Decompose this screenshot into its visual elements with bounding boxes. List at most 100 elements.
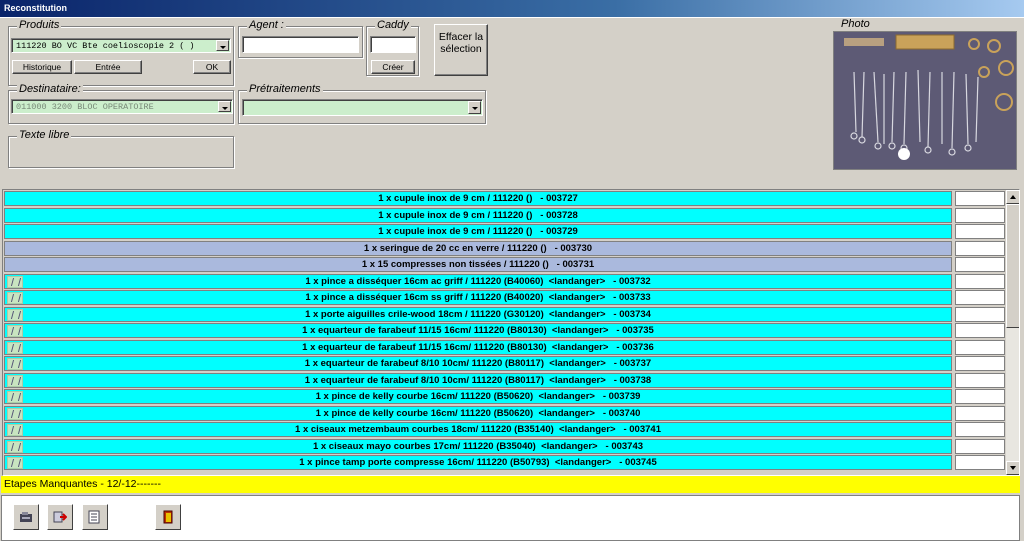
list-item[interactable]: 1 x pince de kelly courbe 16cm/ 111220 (… — [4, 389, 952, 404]
status-bar: Etapes Manquantes - 12/-12------- — [1, 476, 1020, 493]
list-item[interactable]: 1 x seringue de 20 cc en verre / 111220 … — [4, 240, 952, 256]
pretraitements-select[interactable] — [242, 99, 483, 116]
list-item-cell[interactable] — [955, 257, 1005, 272]
list-item-cell[interactable] — [955, 356, 1005, 371]
list-item-cell[interactable] — [955, 339, 1005, 355]
agent-input[interactable] — [242, 36, 359, 53]
list-item-cell[interactable] — [955, 290, 1005, 305]
destinataire-select-value: 011000 3200 BLOC OPERATOIRE — [16, 102, 154, 112]
caddy-input[interactable] — [370, 36, 416, 53]
exit-door-icon — [161, 510, 175, 524]
photo-legend: Photo — [839, 18, 872, 30]
window-title: Reconstitution — [0, 0, 1024, 17]
creer-button[interactable]: Créer — [371, 60, 415, 74]
list-item[interactable]: 1 x porte aiguilles crile-wood 18cm / 11… — [4, 306, 952, 322]
instrument-thumbnail-icon — [7, 440, 23, 453]
instrument-thumbnail-icon — [7, 325, 23, 337]
instruments-photo — [833, 31, 1017, 170]
list-item-label: 1 x 15 compresses non tissées / 111220 (… — [361, 259, 595, 270]
list-item[interactable]: 1 x cupule inox de 9 cm / 111220 () - 00… — [4, 207, 952, 223]
list-item-label: 1 x cupule inox de 9 cm / 111220 () - 00… — [378, 226, 578, 237]
produits-group: Produits — [8, 19, 234, 86]
list-item[interactable]: 1 x ciseaux metzembaum courbes 18cm/ 111… — [4, 422, 952, 437]
list-item-cell[interactable] — [955, 405, 1005, 421]
bottom-toolbar — [1, 495, 1020, 541]
list-item[interactable]: 1 x cupule inox de 9 cm / 111220 () - 00… — [4, 191, 952, 206]
list-item-cell[interactable] — [955, 207, 1005, 223]
list-item-label: 1 x equarteur de farabeuf 8/10 10cm/ 111… — [304, 358, 652, 369]
instrument-thumbnail-icon — [7, 292, 23, 304]
produits-legend: Produits — [17, 19, 62, 31]
produits-select[interactable]: 111220 BO VC Bte coelioscopie 2 ( ) — [11, 38, 231, 53]
export-button[interactable] — [47, 504, 73, 530]
surgical-instruments-image — [834, 32, 1016, 169]
list-item[interactable]: 1 x pince a disséquer 16cm ss griff / 11… — [4, 290, 952, 305]
list-item-cell[interactable] — [955, 306, 1005, 322]
list-item[interactable]: 1 x pince a disséquer 16cm ac griff / 11… — [4, 273, 952, 289]
list-item-cell[interactable] — [955, 224, 1005, 239]
list-item[interactable]: 1 x 15 compresses non tissées / 111220 (… — [4, 257, 952, 272]
instrument-thumbnail-icon — [7, 358, 23, 370]
list-item[interactable]: 1 x equarteur de farabeuf 8/10 10cm/ 111… — [4, 356, 952, 371]
instrument-thumbnail-icon — [7, 374, 23, 387]
instrument-thumbnail-icon — [7, 391, 23, 403]
instrument-thumbnail-icon — [7, 275, 23, 288]
list-item-cell[interactable] — [955, 240, 1005, 256]
list-item-label: 1 x pince a disséquer 16cm ac griff / 11… — [305, 275, 651, 287]
instrument-thumbnail-icon — [7, 424, 23, 436]
instrument-thumbnail-icon — [7, 341, 23, 354]
list-item-label: 1 x pince tamp porte compresse 16cm/ 111… — [299, 457, 657, 468]
list-item-label: 1 x pince a disséquer 16cm ss griff / 11… — [305, 292, 651, 303]
vertical-scrollbar[interactable] — [1006, 190, 1019, 475]
list-item-label: 1 x ciseaux mayo courbes 17cm/ 111220 (B… — [312, 440, 644, 452]
list-item-label: 1 x ciseaux metzembaum courbes 18cm/ 111… — [295, 424, 661, 435]
effacer-selection-button[interactable]: Effacer la sélection — [434, 24, 488, 76]
export-icon — [53, 510, 68, 524]
texte-libre-legend: Texte libre — [17, 129, 72, 141]
chevron-down-icon[interactable] — [218, 101, 231, 112]
agent-legend: Agent : — [247, 19, 286, 31]
historique-button[interactable]: Historique — [12, 60, 72, 74]
list-item-cell[interactable] — [955, 389, 1005, 404]
instrument-thumbnail-icon — [7, 457, 23, 469]
list-icon — [88, 510, 102, 524]
destinataire-select[interactable]: 011000 3200 BLOC OPERATOIRE — [11, 99, 233, 114]
list-item-label: 1 x cupule inox de 9 cm / 111220 () - 00… — [378, 209, 578, 221]
scanner-button[interactable] — [13, 504, 39, 530]
ok-button[interactable]: OK — [193, 60, 231, 74]
exit-button[interactable] — [155, 504, 181, 530]
list-item-cell[interactable] — [955, 422, 1005, 437]
list-item[interactable]: 1 x pince de kelly courbe 16cm/ 111220 (… — [4, 405, 952, 421]
list-item[interactable]: 1 x equarteur de farabeuf 11/15 16cm/ 11… — [4, 323, 952, 338]
entree-button[interactable]: Entrée — [74, 60, 142, 74]
pretraitements-legend: Prétraitements — [247, 83, 323, 95]
scroll-thumb[interactable] — [1006, 204, 1019, 328]
list-item-cell[interactable] — [955, 372, 1005, 388]
items-list: 1 x cupule inox de 9 cm / 111220 () - 00… — [2, 189, 1020, 476]
texte-libre-group: Texte libre — [8, 129, 234, 168]
chevron-down-icon[interactable] — [216, 40, 229, 51]
list-item-label: 1 x equarteur de farabeuf 8/10 10cm/ 111… — [304, 374, 652, 386]
list-item-cell[interactable] — [955, 191, 1005, 206]
main-panel: Produits 111220 BO VC Bte coelioscopie 2… — [0, 17, 1024, 541]
list-item-cell[interactable] — [955, 273, 1005, 289]
destinataire-legend: Destinataire: — [17, 83, 83, 95]
list-item-cell[interactable] — [955, 323, 1005, 338]
instrument-thumbnail-icon — [7, 308, 23, 321]
list-item[interactable]: 1 x equarteur de farabeuf 8/10 10cm/ 111… — [4, 372, 952, 388]
list-item-cell[interactable] — [955, 455, 1005, 470]
list-item-label: 1 x equarteur de farabeuf 11/15 16cm/ 11… — [302, 325, 654, 336]
chevron-down-icon[interactable] — [468, 101, 481, 114]
instrument-thumbnail-icon — [7, 407, 23, 420]
list-item[interactable]: 1 x equarteur de farabeuf 11/15 16cm/ 11… — [4, 339, 952, 355]
list-item[interactable]: 1 x cupule inox de 9 cm / 111220 () - 00… — [4, 224, 952, 239]
list-button[interactable] — [82, 504, 108, 530]
list-item-label: 1 x porte aiguilles crile-wood 18cm / 11… — [305, 308, 651, 320]
list-item[interactable]: 1 x pince tamp porte compresse 16cm/ 111… — [4, 455, 952, 470]
list-item-label: 1 x pince de kelly courbe 16cm/ 111220 (… — [315, 407, 641, 419]
list-item-cell[interactable] — [955, 438, 1005, 454]
scroll-up-icon[interactable] — [1006, 190, 1019, 204]
list-item[interactable]: 1 x ciseaux mayo courbes 17cm/ 111220 (B… — [4, 438, 952, 454]
scroll-down-icon[interactable] — [1006, 461, 1019, 475]
caddy-legend: Caddy — [375, 19, 411, 31]
